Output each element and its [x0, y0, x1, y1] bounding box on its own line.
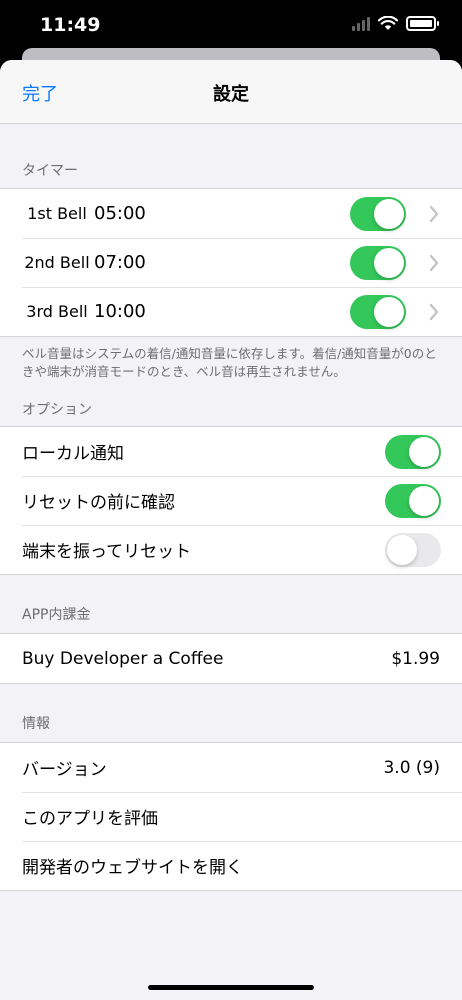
- home-indicator[interactable]: [148, 985, 314, 990]
- status-time: 11:49: [40, 14, 101, 36]
- local-notification-toggle[interactable]: [385, 434, 441, 469]
- option-label: リセットの前に確認: [22, 493, 175, 513]
- settings-sheet: 完了 設定 タイマー 1st Bell 05:00 2nd Bell 07:00…: [0, 60, 462, 1000]
- buy-coffee-label: Buy Developer a Coffee: [22, 648, 224, 669]
- cellular-signal-icon: [352, 16, 370, 31]
- bell-time: 05:00: [94, 203, 146, 224]
- bell-2-toggle[interactable]: [350, 245, 406, 280]
- option-label: 端末を振ってリセット: [22, 542, 192, 562]
- version-label: バージョン: [22, 760, 107, 780]
- bell-row-2[interactable]: 2nd Bell 07:00: [0, 238, 462, 287]
- developer-website-label: 開発者のウェブサイトを開く: [22, 858, 243, 878]
- chevron-right-icon: [429, 205, 439, 222]
- section-header-info: 情報: [22, 716, 50, 732]
- bell-row-3[interactable]: 3rd Bell 10:00: [0, 287, 462, 336]
- bell-time: 10:00: [94, 301, 146, 322]
- info-group: バージョン 3.0 (9) このアプリを評価 開発者のウェブサイトを開く: [0, 742, 462, 891]
- bell-row-1[interactable]: 1st Bell 05:00: [0, 189, 462, 238]
- rate-app-label: このアプリを評価: [22, 809, 158, 829]
- buy-coffee-row[interactable]: Buy Developer a Coffee $1.99: [0, 634, 462, 683]
- section-header-options: オプション: [22, 402, 92, 418]
- chevron-right-icon: [429, 303, 439, 320]
- option-row-shake-reset: 端末を振ってリセット: [0, 525, 462, 574]
- status-bar: 11:49: [0, 0, 462, 50]
- shake-reset-toggle[interactable]: [385, 532, 441, 567]
- navigation-bar: 完了 設定: [0, 60, 462, 124]
- bell-1-toggle[interactable]: [350, 196, 406, 231]
- bell-3-toggle[interactable]: [350, 294, 406, 329]
- price-label: $1.99: [391, 648, 440, 669]
- section-header-iap: APP内課金: [22, 607, 91, 623]
- iap-group: Buy Developer a Coffee $1.99: [0, 633, 462, 684]
- developer-website-row[interactable]: 開発者のウェブサイトを開く: [0, 841, 462, 890]
- timer-group: 1st Bell 05:00 2nd Bell 07:00 3rd Bell 1…: [0, 188, 462, 337]
- section-header-timer: タイマー: [22, 163, 78, 179]
- options-group: ローカル通知 リセットの前に確認 端末を振ってリセット: [0, 426, 462, 575]
- confirm-reset-toggle[interactable]: [385, 483, 441, 518]
- bell-name: 1st Bell: [27, 204, 87, 223]
- option-row-confirm-reset: リセットの前に確認: [0, 476, 462, 525]
- page-title: 設定: [213, 84, 249, 105]
- battery-icon: [406, 16, 439, 31]
- wifi-icon: [378, 16, 398, 30]
- option-label: ローカル通知: [22, 444, 124, 464]
- chevron-right-icon: [429, 254, 439, 271]
- bell-time: 07:00: [94, 252, 146, 273]
- version-value: 3.0 (9): [383, 757, 440, 778]
- version-row: バージョン 3.0 (9): [0, 743, 462, 792]
- bell-name: 2nd Bell: [24, 253, 90, 272]
- status-icons: [352, 16, 439, 31]
- bell-volume-footnote: ベル音量はシステムの着信/通知音量に依存します。着信/通知音量が0のときや端末が…: [22, 346, 437, 379]
- bell-name: 3rd Bell: [26, 302, 88, 321]
- option-row-local-notification: ローカル通知: [0, 427, 462, 476]
- rate-app-row[interactable]: このアプリを評価: [0, 792, 462, 841]
